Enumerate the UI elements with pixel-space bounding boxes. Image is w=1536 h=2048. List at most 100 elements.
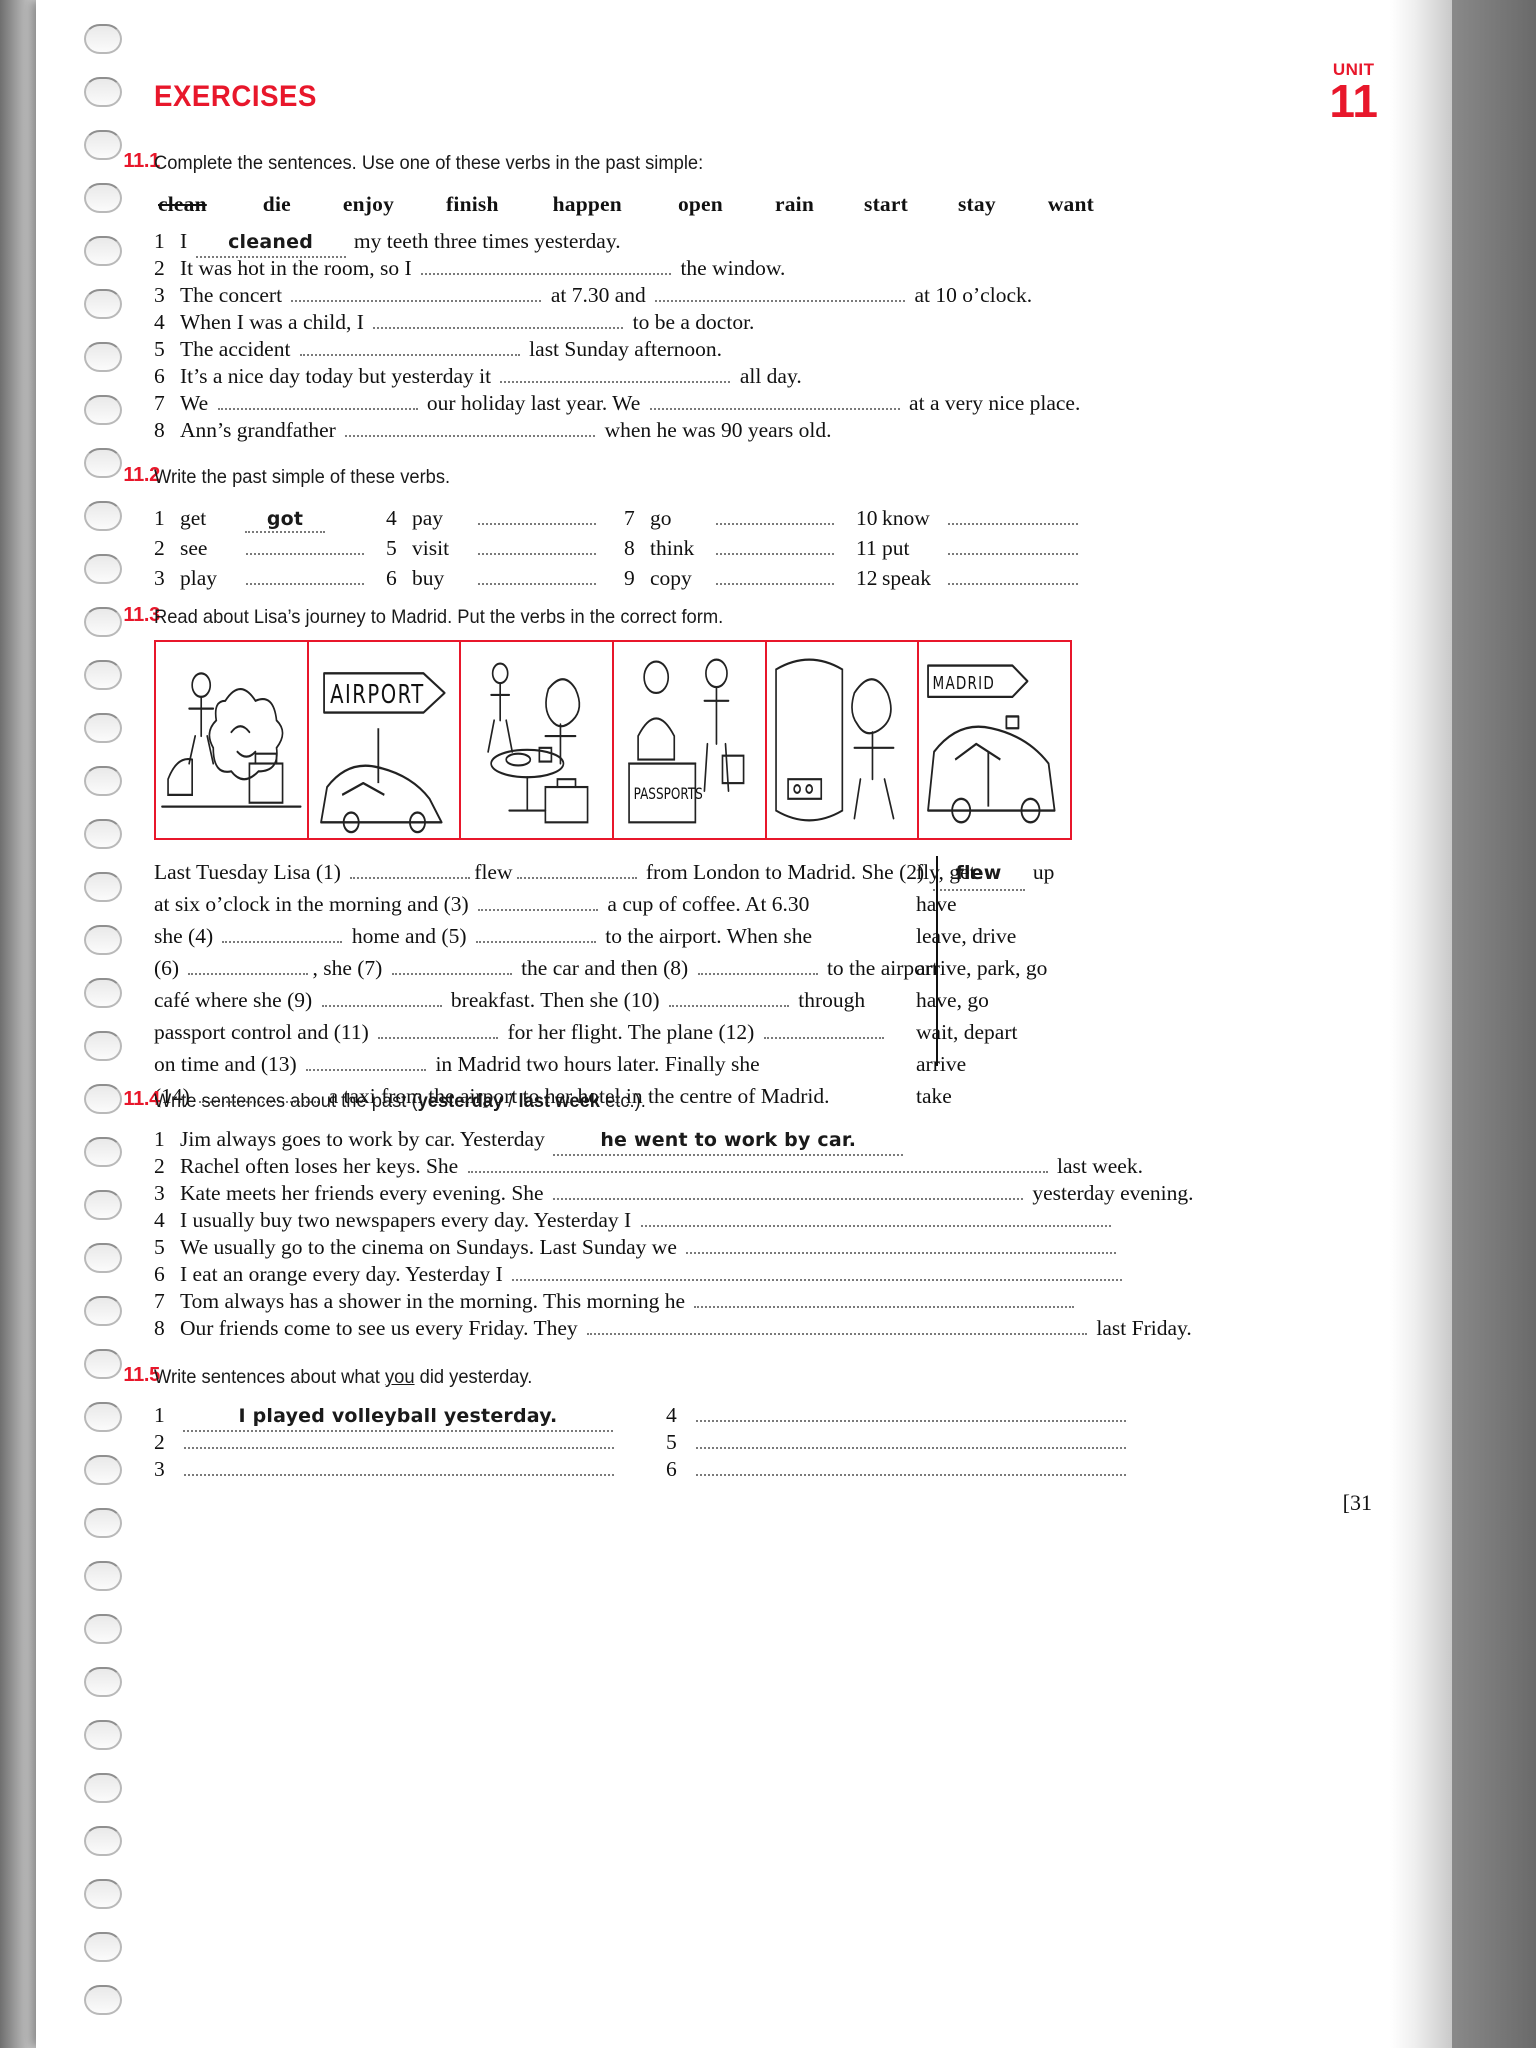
static-text: The concert	[180, 283, 288, 307]
answer-blank[interactable]	[655, 285, 906, 302]
static-text: It was hot in the room, so I	[180, 256, 418, 280]
answer-blank[interactable]	[640, 1210, 1111, 1227]
answer-blank[interactable]	[696, 1432, 1126, 1449]
filled-answer[interactable]: he went to work by car.	[553, 1126, 904, 1156]
verb-item: 10 know	[856, 506, 1082, 531]
answer-blank[interactable]	[299, 339, 520, 356]
verb-item: 2 see	[154, 536, 368, 561]
scene-plane-cabin-icon	[774, 658, 895, 822]
answer-blank[interactable]	[478, 894, 599, 911]
item-number: 4	[154, 310, 165, 334]
verb-hint: have, go	[916, 988, 989, 1012]
answer-blank[interactable]	[948, 508, 1078, 525]
verb-number: 5	[386, 536, 397, 560]
static-text: Last Tuesday Lisa (1)	[154, 860, 347, 884]
answer-item: 2	[154, 1429, 674, 1456]
answer-blank[interactable]	[716, 538, 834, 555]
answer-blank[interactable]	[391, 958, 512, 975]
verb-item: 4 pay	[386, 506, 600, 531]
answer-blank[interactable]	[686, 1237, 1117, 1254]
word-bank-item[interactable]: start	[864, 192, 908, 217]
answer-blank[interactable]	[716, 568, 834, 585]
answer-blank[interactable]	[345, 420, 596, 437]
answer-blank[interactable]	[516, 862, 637, 879]
word-bank-item[interactable]: open	[678, 192, 723, 217]
answer-blank[interactable]	[696, 1459, 1126, 1476]
answer-blank[interactable]	[948, 538, 1078, 555]
answer-blank[interactable]	[184, 1459, 614, 1476]
answer-blank[interactable]	[188, 958, 309, 975]
verb-number: 8	[624, 536, 635, 560]
word-bank-item[interactable]: happen	[553, 192, 622, 217]
exercise-item: 1 Jim always goes to work by car. Yesterd…	[154, 1126, 1334, 1156]
answer-blank[interactable]	[512, 1264, 1123, 1281]
exercise-instruction-11-3: Read about Lisa’s journey to Madrid. Put…	[154, 606, 724, 628]
verb-word: visit	[412, 536, 450, 560]
verb-number: 4	[386, 506, 397, 530]
filled-answer[interactable]: cleaned	[195, 228, 346, 258]
static-text: I usually buy two newspapers every day. …	[180, 1208, 637, 1232]
verb-hints-11-3: fly, get have leave, drive arrive, park, go…	[916, 856, 1047, 1112]
verb-item: 11 put	[856, 536, 1082, 561]
answer-blank[interactable]	[478, 568, 596, 585]
verb-grid-11-2: 1 get got 2 see 3 play 4 pay 5 visit 6 buy 7 go 8 think 9…	[154, 506, 1334, 596]
exercise-instruction-11-5: Write sentences about what you did yeste…	[154, 1366, 532, 1389]
answer-item: 4	[666, 1402, 1186, 1429]
verb-word: know	[882, 506, 930, 530]
answer-blank[interactable]	[246, 568, 364, 585]
page-left-shadow	[0, 0, 36, 2048]
word-bank-item[interactable]: stay	[958, 192, 996, 217]
answer-blank[interactable]	[291, 285, 542, 302]
answer-blank[interactable]	[467, 1156, 1048, 1173]
word-bank-item[interactable]: finish	[446, 192, 499, 217]
verb-word: go	[650, 506, 672, 530]
exercise-item: 4 When I was a child, I to be a doctor.	[154, 309, 1334, 336]
answer-blank[interactable]	[649, 393, 900, 410]
answer-blank[interactable]	[217, 393, 418, 410]
static-text: passport control and (11)	[154, 1020, 375, 1044]
answer-list-11-5-left: 1 I played volleyball yesterday. 2 3	[154, 1402, 674, 1483]
answer-blank[interactable]	[475, 926, 596, 943]
static-text: last week.	[1051, 1154, 1143, 1178]
word-bank-item[interactable]: clean	[158, 192, 207, 217]
answer-blank[interactable]	[694, 1291, 1075, 1308]
answer-blank[interactable]	[668, 990, 789, 1007]
answer-blank[interactable]	[184, 1432, 614, 1449]
exercise-item: 3 Kate meets her friends every evening. S…	[154, 1180, 1334, 1207]
answer-blank[interactable]	[500, 366, 731, 383]
answer-blank[interactable]	[246, 538, 364, 555]
filled-answer[interactable]: got	[245, 506, 325, 533]
answer-blank[interactable]	[421, 258, 672, 275]
answer-blank[interactable]	[948, 568, 1078, 585]
answer-blank[interactable]	[587, 1318, 1088, 1335]
answer-blank[interactable]	[321, 990, 442, 1007]
answer-blank[interactable]	[478, 538, 596, 555]
word-bank-item[interactable]: want	[1048, 192, 1094, 217]
question-list-11-4: 1 Jim always goes to work by car. Yesterd…	[154, 1126, 1334, 1342]
answer-blank[interactable]	[373, 312, 624, 329]
answer-blank[interactable]	[697, 958, 818, 975]
answer-blank[interactable]	[552, 1183, 1023, 1200]
answer-blank[interactable]	[222, 926, 343, 943]
word-bank-item[interactable]: die	[263, 192, 291, 217]
answer-blank[interactable]	[350, 862, 471, 879]
answer-blank[interactable]	[478, 508, 596, 525]
static-text: the window.	[675, 256, 786, 280]
verb-word: think	[650, 536, 695, 560]
comic-panel-3	[461, 642, 615, 838]
answer-blank[interactable]	[716, 508, 834, 525]
answer-blank[interactable]	[378, 1022, 499, 1039]
answer-blank[interactable]	[696, 1405, 1126, 1422]
passage-line: on time and (13) in Madrid two hours lat…	[154, 1048, 874, 1080]
static-text: café where she (9)	[154, 988, 318, 1012]
filled-answer[interactable]: I played volleyball yesterday.	[183, 1402, 613, 1432]
word-bank-item[interactable]: rain	[775, 192, 814, 217]
word-bank-11-1: clean die enjoy finish happen open rain start st…	[158, 192, 1094, 217]
exercise-instruction-11-1: Complete the sentences. Use one of these…	[154, 152, 704, 174]
word-bank-item[interactable]: enjoy	[343, 192, 394, 217]
verb-word: copy	[650, 566, 692, 590]
item-number: 1	[154, 1127, 165, 1151]
answer-blank[interactable]	[763, 1022, 884, 1039]
passage-line: (6) , she (7) the car and then (8) to th…	[154, 952, 938, 984]
answer-blank[interactable]	[306, 1054, 427, 1071]
